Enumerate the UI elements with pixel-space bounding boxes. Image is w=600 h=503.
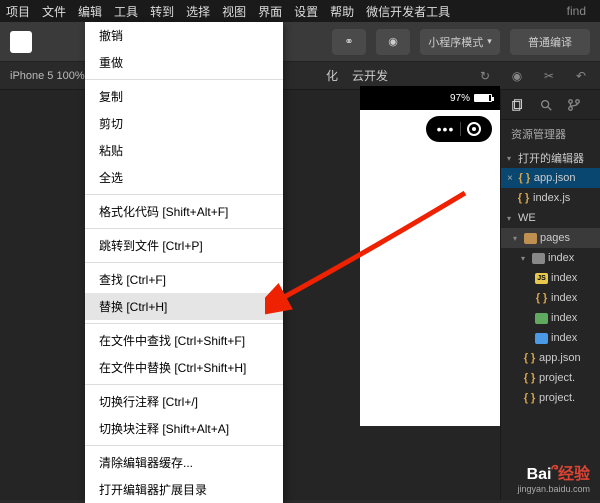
cut-icon[interactable]: ✂	[540, 67, 558, 85]
battery-icon	[474, 94, 492, 102]
menu-help[interactable]: 帮助	[330, 3, 354, 20]
menu-item-8[interactable]: 格式化代码 [Shift+Alt+F]	[85, 198, 283, 225]
file-index-js2[interactable]: JSindex	[501, 268, 600, 288]
menu-item-19[interactable]: 切换块注释 [Shift+Alt+A]	[85, 415, 283, 442]
menu-goto[interactable]: 转到	[150, 3, 174, 20]
compile-label: 化	[326, 67, 338, 84]
menu-file[interactable]: 文件	[42, 3, 66, 20]
file-index-json[interactable]: { }index	[501, 288, 600, 308]
menu-item-18[interactable]: 切换行注释 [Ctrl+/]	[85, 388, 283, 415]
find-label: find	[567, 4, 594, 18]
menu-edit[interactable]: 编辑	[78, 3, 102, 20]
back-icon[interactable]: ↶	[572, 67, 590, 85]
menu-wechat-devtools[interactable]: 微信开发者工具	[366, 3, 450, 20]
menu-item-3[interactable]: 复制	[85, 83, 283, 110]
folder-we[interactable]: ▾WE	[501, 208, 600, 228]
files-icon[interactable]	[509, 96, 527, 114]
file-tree: ▾打开的编辑器 ×{ }app.json { }index.js ▾WE ▾pa…	[501, 148, 600, 408]
file-index-js[interactable]: { }index.js	[501, 188, 600, 208]
file-project1[interactable]: { }project.	[501, 368, 600, 388]
menu-view[interactable]: 视图	[222, 3, 246, 20]
menu-item-15[interactable]: 在文件中查找 [Ctrl+Shift+F]	[85, 327, 283, 354]
file-project2[interactable]: { }project.	[501, 388, 600, 408]
menu-item-0[interactable]: 撤销	[85, 22, 283, 49]
menu-bar: 项目 文件 编辑 工具 转到 选择 视图 界面 设置 帮助 微信开发者工具 fi…	[0, 0, 600, 22]
explorer-title: 资源管理器	[501, 120, 600, 148]
menu-item-13[interactable]: 替换 [Ctrl+H]	[85, 293, 283, 320]
device-label[interactable]: iPhone 5 100%	[10, 70, 85, 82]
simulator-statusbar: 97%	[360, 86, 500, 110]
avatar[interactable]	[10, 31, 32, 53]
menu-item-5[interactable]: 粘贴	[85, 137, 283, 164]
menu-item-6[interactable]: 全选	[85, 164, 283, 191]
link-icon[interactable]: ⚭	[332, 29, 366, 55]
capsule-button[interactable]: •••	[426, 116, 492, 142]
menu-dots-icon[interactable]: •••	[437, 121, 455, 137]
menu-item-22[interactable]: 打开编辑器扩展目录	[85, 476, 283, 503]
file-index-wxss[interactable]: index	[501, 328, 600, 348]
menu-select[interactable]: 选择	[186, 3, 210, 20]
mode-select[interactable]: 小程序模式	[420, 29, 500, 55]
branch-icon[interactable]	[565, 96, 583, 114]
file-app-json2[interactable]: { }app.json	[501, 348, 600, 368]
menu-settings[interactable]: 设置	[294, 3, 318, 20]
menu-item-10[interactable]: 跳转到文件 [Ctrl+P]	[85, 232, 283, 259]
compile-select[interactable]: 普通编译	[510, 29, 590, 55]
menu-item-21[interactable]: 清除编辑器缓存...	[85, 449, 283, 476]
menu-item-12[interactable]: 查找 [Ctrl+F]	[85, 266, 283, 293]
menu-item-16[interactable]: 在文件中替换 [Ctrl+Shift+H]	[85, 354, 283, 381]
open-editors-section[interactable]: ▾打开的编辑器	[501, 148, 600, 168]
menu-item-1[interactable]: 重做	[85, 49, 283, 76]
search-icon[interactable]	[537, 96, 555, 114]
menu-item-4[interactable]: 剪切	[85, 110, 283, 137]
file-app-json[interactable]: ×{ }app.json	[501, 168, 600, 188]
menu-project[interactable]: 项目	[6, 3, 30, 20]
file-index-wxml[interactable]: index	[501, 308, 600, 328]
edit-dropdown-menu: 撤销重做复制剪切粘贴全选格式化代码 [Shift+Alt+F] 跳转到文件 [Ct…	[85, 22, 283, 503]
record-icon[interactable]: ◉	[508, 67, 526, 85]
refresh-icon[interactable]: ↻	[476, 67, 494, 85]
folder-index[interactable]: ▾index	[501, 248, 600, 268]
menu-interface[interactable]: 界面	[258, 3, 282, 20]
cloud-dev-label[interactable]: 云开发	[352, 67, 388, 84]
target-icon[interactable]	[467, 122, 481, 136]
simulator: 97% •••	[360, 86, 500, 426]
sidebar: 资源管理器 ▾打开的编辑器 ×{ }app.json { }index.js ▾…	[500, 90, 600, 500]
battery-percent: 97%	[450, 93, 470, 104]
eye-icon[interactable]: ◉	[376, 29, 410, 55]
folder-pages[interactable]: ▾pages	[501, 228, 600, 248]
watermark: Bai՞经验 jingyan.baidu.com	[517, 460, 590, 494]
menu-tools[interactable]: 工具	[114, 3, 138, 20]
